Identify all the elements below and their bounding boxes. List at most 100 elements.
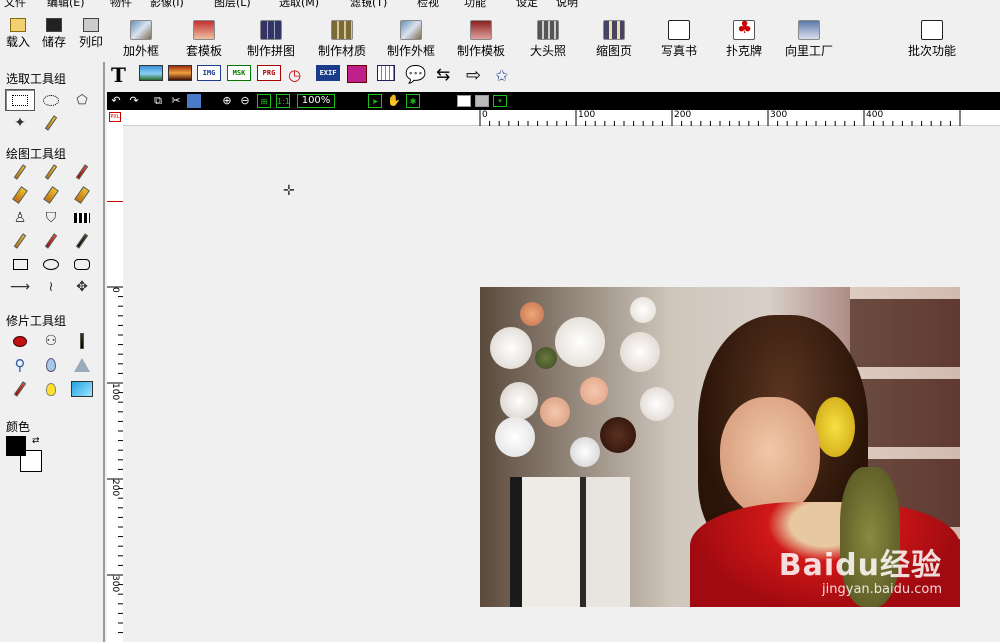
poker-button[interactable]: 扑克牌 [726,18,763,59]
clone-tool[interactable]: ⚇ [36,330,66,352]
red-pen-tool[interactable] [36,230,66,252]
fit-window-icon[interactable]: ⊞ [257,94,271,108]
folder-open-icon [10,18,26,32]
sharpen-tool[interactable] [67,354,97,376]
menu-file[interactable]: 文件 [4,0,26,10]
add-frame-button[interactable]: 加外框 [123,20,159,59]
magic-wand-tool[interactable]: ✦ [5,112,35,134]
wizard-button[interactable]: 向里工厂 [785,20,833,59]
red-eye-tool[interactable] [5,330,35,352]
eraser-tool[interactable] [5,184,35,206]
zoom-in-icon[interactable]: ⊕ [220,94,234,108]
make-material-button[interactable]: 制作材质 [318,20,366,59]
msk-button[interactable]: MSK [227,65,251,81]
text-tool-button[interactable]: T [111,63,126,87]
poker-label: 扑克牌 [726,44,763,58]
menu-view[interactable]: 检视 [417,0,439,10]
hand-tool-icon[interactable]: ✋ [387,94,401,108]
template-button[interactable]: 套模板 [186,20,222,59]
brush-tool[interactable] [36,161,66,183]
copy-icon[interactable]: ⧉ [151,94,165,108]
make-template-button[interactable]: 制作模板 [457,20,505,59]
gray-swatch[interactable] [475,95,489,107]
curve-tool[interactable]: ≀ [36,276,66,298]
calendar-icon[interactable] [377,65,395,81]
brush-select-tool[interactable] [36,112,66,134]
menu-settings[interactable]: 设定 [516,0,538,10]
menu-image[interactable]: 影像(I) [150,0,184,10]
arrow-shape-icon[interactable]: ⇨ [466,65,481,86]
load-button[interactable]: 载入 [6,18,30,50]
stamp-tool[interactable]: ♙ [5,207,35,229]
clock-icon[interactable]: ◷ [288,65,301,85]
speech-bubble-icon[interactable]: 💬 [405,65,426,85]
red-brush-tool[interactable] [67,161,97,183]
menu-help[interactable]: 说明 [556,0,578,10]
swatch-dropdown[interactable]: ▾ [493,95,507,107]
smudge-tool[interactable] [36,184,66,206]
pencil-tool[interactable] [5,161,35,183]
lighten-tool[interactable] [36,378,66,400]
blur-tool[interactable] [36,354,66,376]
crayon-tool[interactable] [5,230,35,252]
cut-icon[interactable]: ✂ [169,94,183,108]
menu-function[interactable]: 功能 [464,0,486,10]
color-adjust-tool[interactable] [67,378,97,400]
insert-photo-button[interactable] [168,65,192,81]
img-button[interactable]: IMG [197,65,221,81]
thumbnail-page-button[interactable]: 缩图页 [596,20,632,59]
ruler-top-label-300: 300 [770,110,788,120]
photo-book-button[interactable]: 写真书 [661,20,697,59]
menu-object[interactable]: 物件 [110,0,132,10]
star-shape-icon[interactable]: ✩ [495,65,508,85]
actual-size-icon[interactable]: 1:1 [276,94,290,108]
line-arrows-icon[interactable]: ⇆ [436,65,450,85]
batch-button[interactable]: 批次功能 [908,20,956,59]
lasso-select-tool[interactable]: ⬠ [67,89,97,111]
soft-eraser-tool[interactable] [67,184,97,206]
lipstick-tool[interactable] [67,330,97,352]
exif-button[interactable]: EXIF [316,65,340,81]
save-button[interactable]: 储存 [42,18,66,50]
menu-filter[interactable]: 滤镜(T) [350,0,387,10]
line-tool[interactable]: ⟶ [5,276,35,298]
rectangle-tool[interactable] [5,253,35,275]
rounded-rect-tool[interactable] [67,253,97,275]
pointer-tool-icon[interactable]: ➤ [368,94,382,108]
make-collage-button[interactable]: 制作拼图 [247,20,295,59]
ellipse-select-tool[interactable] [36,89,66,111]
editing-canvas[interactable]: ✛ Baidu经验 jingyan.baidu.com [123,126,1000,642]
swap-colors-icon[interactable]: ⇄ [32,436,40,446]
fill-tool[interactable]: ⛉ [36,207,66,229]
red-eye-icon [13,335,27,347]
foreground-color[interactable] [6,436,26,456]
magnify-retouch-tool[interactable]: ⚲ [5,354,35,376]
move-tool[interactable]: ✥ [67,276,97,298]
zoom-level[interactable]: 100% [297,94,335,108]
marquee-tool-icon[interactable]: ✱ [406,94,420,108]
redo-icon[interactable]: ↷ [127,94,141,108]
eyedropper-tool[interactable] [67,230,97,252]
big-head-button[interactable]: 大头照 [530,20,566,59]
red-fill-tool[interactable] [5,378,35,400]
print-button[interactable]: 列印 [79,18,103,50]
zoom-out-icon[interactable]: ⊖ [238,94,252,108]
menu-layer[interactable]: 图层(L) [214,0,251,10]
insert-image-button[interactable] [139,65,163,81]
ruler-corner: PXL [107,110,123,126]
prg-button[interactable]: PRG [257,65,281,81]
ellipse-tool[interactable] [36,253,66,275]
photo-image[interactable]: Baidu经验 jingyan.baidu.com [480,287,960,607]
smudge-icon [43,186,59,204]
paste-icon[interactable] [187,94,201,108]
cake-icon[interactable] [347,65,367,83]
menu-edit[interactable]: 编辑(E) [47,0,85,10]
make-frame-button[interactable]: 制作外框 [387,20,435,59]
ruler-unit[interactable]: PXL [109,112,121,122]
undo-icon[interactable]: ↶ [109,94,123,108]
rect-select-tool[interactable] [5,89,35,111]
printer-icon [83,18,99,32]
gradient-tool[interactable] [67,207,97,229]
menu-select[interactable]: 选取(M) [279,0,319,10]
white-swatch[interactable] [457,95,471,107]
